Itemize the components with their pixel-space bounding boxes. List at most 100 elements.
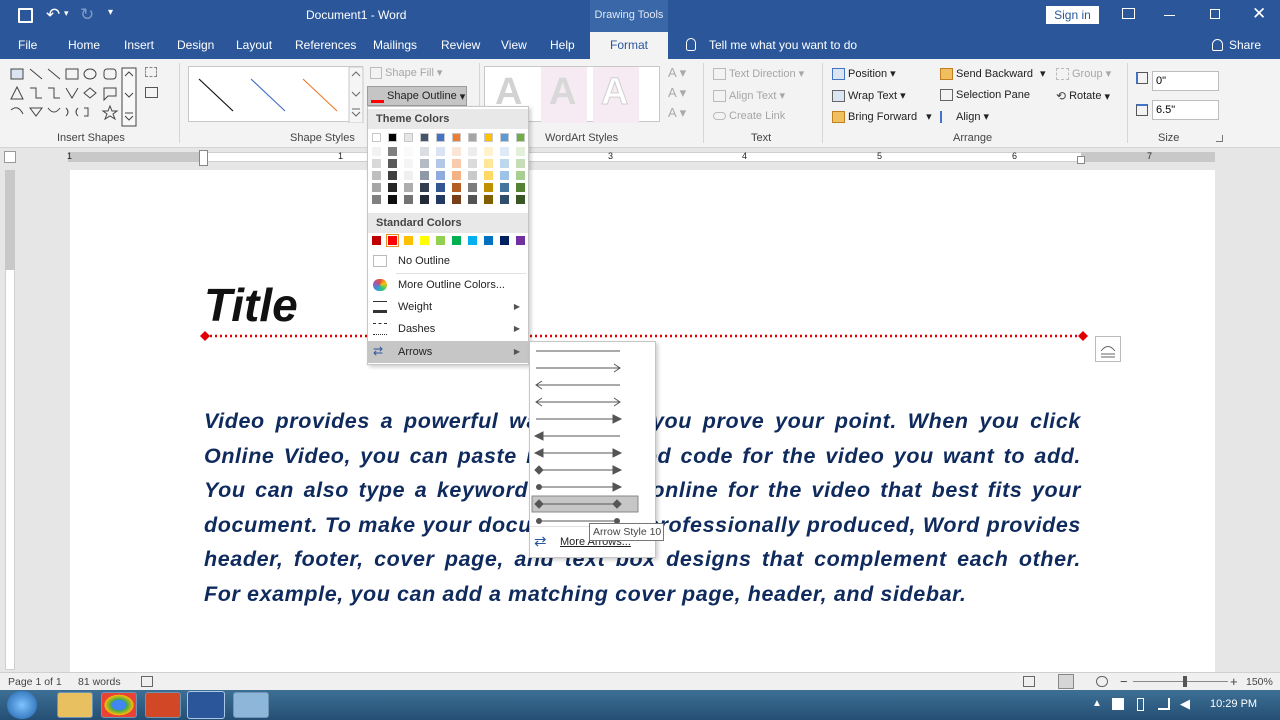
- theme-color-swatch[interactable]: [404, 195, 413, 204]
- theme-color-swatch[interactable]: [452, 195, 461, 204]
- tab-home[interactable]: Home: [68, 38, 100, 52]
- theme-color-swatch[interactable]: [500, 147, 509, 156]
- tab-format[interactable]: Format: [590, 32, 668, 59]
- zoom-out-button[interactable]: −: [1120, 674, 1128, 689]
- theme-color-swatch[interactable]: [468, 147, 477, 156]
- standard-color-swatch[interactable]: [386, 234, 399, 247]
- selection-pane-button[interactable]: Selection Pane: [940, 89, 1030, 101]
- standard-color-swatch[interactable]: [420, 236, 429, 245]
- theme-color-swatch[interactable]: [404, 147, 413, 156]
- sign-in-button[interactable]: Sign in: [1046, 6, 1099, 24]
- weight-item[interactable]: Weight ▶: [368, 296, 528, 318]
- arrow-style-option[interactable]: [535, 380, 620, 390]
- text-outline-icon[interactable]: A ▾: [668, 85, 686, 101]
- no-outline-item[interactable]: No Outline: [368, 250, 528, 272]
- theme-color-swatch[interactable]: [500, 171, 509, 180]
- tab-mailings[interactable]: Mailings: [373, 38, 417, 52]
- close-icon[interactable]: ✕: [1252, 4, 1266, 24]
- theme-color-swatch[interactable]: [404, 183, 413, 192]
- word-icon[interactable]: [187, 691, 225, 719]
- standard-color-swatch[interactable]: [468, 236, 477, 245]
- powerpoint-icon[interactable]: [145, 692, 181, 718]
- theme-color-swatch[interactable]: [420, 147, 429, 156]
- theme-color-swatch[interactable]: [484, 195, 493, 204]
- arrows-item[interactable]: ⇄ Arrows ▶: [368, 341, 528, 363]
- theme-color-swatch[interactable]: [436, 147, 445, 156]
- paint-icon[interactable]: [233, 692, 269, 718]
- proofing-icon[interactable]: [141, 676, 153, 687]
- page-count[interactable]: Page 1 of 1: [8, 676, 62, 688]
- send-backward-button[interactable]: Send Backward ▾: [940, 67, 1046, 80]
- network-icon[interactable]: [1158, 698, 1170, 710]
- shape-styles-gallery[interactable]: [188, 66, 364, 124]
- web-layout-icon[interactable]: [1096, 676, 1108, 687]
- edit-shape-icon[interactable]: [145, 67, 157, 77]
- right-indent-marker[interactable]: [1077, 156, 1085, 164]
- theme-color-swatch[interactable]: [388, 195, 397, 204]
- theme-color-swatch[interactable]: [516, 183, 525, 192]
- theme-color-swatch[interactable]: [388, 159, 397, 168]
- theme-color-swatch[interactable]: [452, 183, 461, 192]
- standard-color-swatch[interactable]: [484, 236, 493, 245]
- theme-color-swatch[interactable]: [436, 171, 445, 180]
- tab-design[interactable]: Design: [177, 38, 214, 52]
- bring-forward-button[interactable]: Bring Forward ▾: [832, 110, 932, 123]
- zoom-level[interactable]: 150%: [1246, 676, 1273, 688]
- theme-color-swatch[interactable]: [468, 171, 477, 180]
- theme-color-swatch[interactable]: [436, 183, 445, 192]
- theme-color-swatch[interactable]: [420, 133, 429, 142]
- standard-color-swatch[interactable]: [516, 236, 525, 245]
- standard-color-swatch[interactable]: [436, 236, 445, 245]
- save-icon[interactable]: [18, 8, 33, 23]
- print-layout-icon[interactable]: [1058, 674, 1074, 689]
- theme-color-swatch[interactable]: [468, 183, 477, 192]
- theme-color-swatch[interactable]: [420, 195, 429, 204]
- theme-color-swatch[interactable]: [484, 159, 493, 168]
- tab-selector-icon[interactable]: [4, 151, 16, 163]
- text-direction-button[interactable]: Text Direction ▾: [713, 67, 804, 80]
- shape-fill-button[interactable]: Shape Fill ▾: [370, 66, 442, 79]
- theme-color-swatch[interactable]: [372, 147, 381, 156]
- customize-qat-icon[interactable]: ▾: [108, 7, 113, 18]
- dialog-launcher-icon[interactable]: [1216, 135, 1223, 142]
- theme-color-swatch[interactable]: [436, 159, 445, 168]
- undo-icon[interactable]: ↶: [46, 5, 60, 25]
- theme-color-swatch[interactable]: [484, 183, 493, 192]
- theme-color-swatch[interactable]: [420, 171, 429, 180]
- theme-color-swatch[interactable]: [388, 183, 397, 192]
- theme-color-swatch[interactable]: [452, 159, 461, 168]
- tab-references[interactable]: References: [295, 38, 356, 52]
- theme-color-swatch[interactable]: [388, 147, 397, 156]
- restore-icon[interactable]: [1210, 9, 1220, 19]
- theme-color-swatch[interactable]: [500, 159, 509, 168]
- theme-color-swatch[interactable]: [404, 159, 413, 168]
- theme-color-swatch[interactable]: [484, 147, 493, 156]
- indent-marker[interactable]: [199, 150, 208, 166]
- volume-icon[interactable]: ◀: [1180, 696, 1190, 712]
- dashes-item[interactable]: Dashes ▶: [368, 318, 528, 340]
- theme-color-swatch[interactable]: [468, 195, 477, 204]
- theme-color-swatch[interactable]: [372, 195, 381, 204]
- wrap-text-button[interactable]: Wrap Text ▾: [832, 89, 906, 102]
- arrow-style-option[interactable]: [536, 363, 621, 373]
- battery-icon[interactable]: [1137, 698, 1144, 711]
- shapes-gallery[interactable]: [8, 66, 138, 128]
- read-mode-icon[interactable]: [1023, 676, 1035, 687]
- theme-color-swatch[interactable]: [516, 195, 525, 204]
- arrow-style-option[interactable]: [536, 482, 623, 492]
- align-text-button[interactable]: Align Text ▾: [713, 89, 785, 102]
- tab-review[interactable]: Review: [441, 38, 480, 52]
- theme-color-swatch[interactable]: [452, 171, 461, 180]
- minimize-icon[interactable]: [1164, 15, 1175, 16]
- zoom-slider[interactable]: [1133, 681, 1228, 682]
- shape-width-input[interactable]: [1152, 100, 1219, 120]
- document-title-text[interactable]: Title: [204, 278, 298, 332]
- zoom-slider-thumb[interactable]: [1183, 676, 1187, 687]
- theme-color-swatch[interactable]: [372, 183, 381, 192]
- chrome-icon[interactable]: [101, 692, 137, 718]
- theme-color-swatch[interactable]: [452, 133, 461, 142]
- shape-outline-button[interactable]: Shape Outline ▾: [367, 86, 467, 106]
- theme-color-swatch[interactable]: [516, 133, 525, 142]
- arrow-style-option[interactable]: [536, 414, 623, 424]
- theme-color-swatch[interactable]: [372, 133, 381, 142]
